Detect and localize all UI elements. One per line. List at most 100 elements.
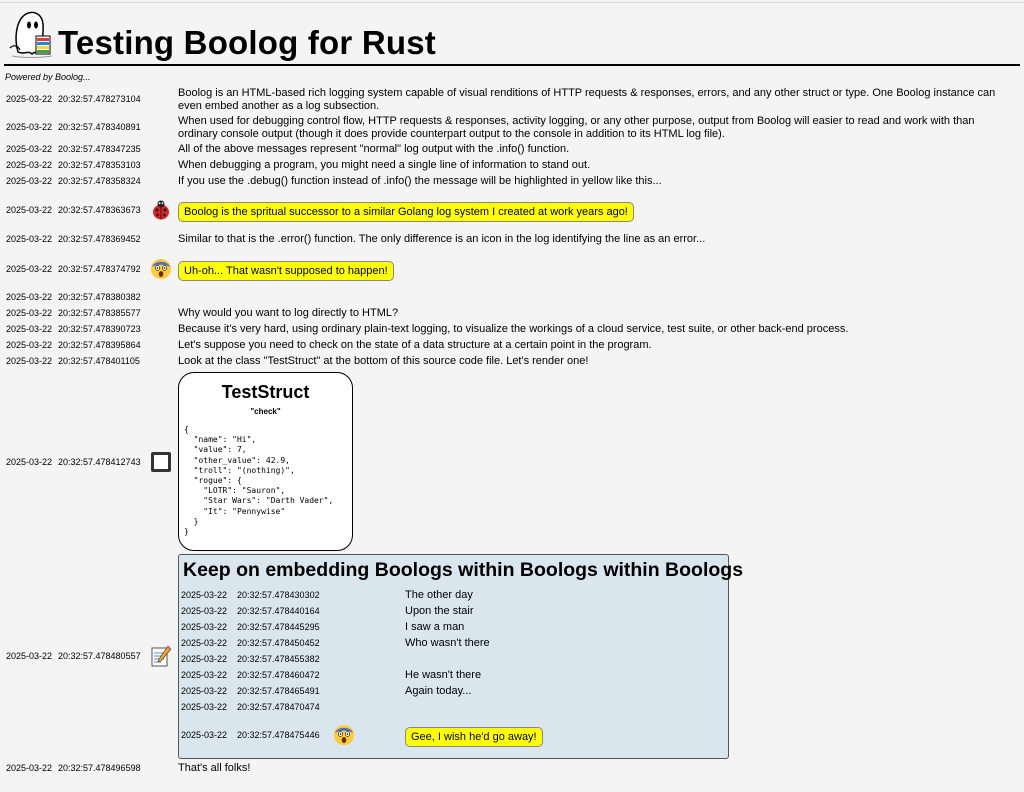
- log-message: If you use the .debug() function instead…: [178, 175, 662, 187]
- log-time: 20:32:57.478401105: [58, 356, 140, 366]
- log-date: 2025-03-22: [6, 356, 53, 366]
- log-time: 20:32:57.478395864: [58, 340, 141, 350]
- log-date: 2025-03-22: [6, 94, 53, 104]
- log-date: 2025-03-22: [6, 122, 53, 132]
- log-time: 20:32:57.478480557: [58, 651, 141, 661]
- log-time: 20:32:57.478465491: [237, 686, 320, 696]
- timestamp: 2025-03-22 20:32:57.478412743: [6, 457, 141, 467]
- log-message: When used for debugging control flow, HT…: [178, 115, 975, 140]
- log-message: All of the above messages represent "nor…: [178, 143, 570, 155]
- embedded-boolog-panel: Keep on embedding Boologs within Boologs…: [178, 554, 743, 759]
- memo-icon: [151, 645, 172, 667]
- timestamp: 2025-03-22 20:32:57.478385577: [6, 308, 141, 318]
- log-message: I saw a man: [405, 621, 465, 633]
- log-time: 20:32:57.478460472: [237, 670, 320, 680]
- log-date: 2025-03-22: [6, 457, 53, 467]
- log-message: Because it's very hard, using ordinary p…: [178, 323, 849, 335]
- log-message: Who wasn't there: [405, 637, 490, 649]
- timestamp: 2025-03-22 20:32:57.478347235: [6, 144, 141, 154]
- log-time: 20:32:57.478412743: [58, 457, 141, 467]
- struct-json: { "name": "Hi", "value": 7, "other_value…: [184, 425, 334, 537]
- log-date: 2025-03-22: [6, 324, 53, 334]
- log-time: 20:32:57.478455382: [237, 654, 320, 664]
- struct-subtitle: "check": [250, 407, 281, 416]
- timestamp: 2025-03-22 20:32:57.478445295: [181, 622, 320, 632]
- log-date: 2025-03-22: [6, 234, 53, 244]
- log-date: 2025-03-22: [6, 264, 53, 274]
- screaming-face-icon: [151, 259, 171, 279]
- struct-render-panel: TestStruct "check" { "name": "Hi", "valu…: [178, 372, 353, 551]
- log-date: 2025-03-22: [181, 702, 228, 712]
- timestamp: 2025-03-22 20:32:57.478358324: [6, 176, 141, 186]
- timestamp: 2025-03-22 20:32:57.478353103: [6, 160, 141, 170]
- log-message: Upon the stair: [405, 605, 474, 617]
- timestamp: 2025-03-22 20:32:57.478470474: [181, 702, 320, 712]
- log-time: 20:32:57.478496598: [58, 763, 141, 773]
- log-time: 20:32:57.478340891: [58, 122, 141, 132]
- log-date: 2025-03-22: [6, 176, 53, 186]
- timestamp: 2025-03-22 20:32:57.478395864: [6, 340, 141, 350]
- timestamp: 2025-03-22 20:32:57.478496598: [6, 763, 141, 773]
- log-time: 20:32:57.478390723: [58, 324, 141, 334]
- embedded-title: Keep on embedding Boologs within Boologs…: [183, 559, 744, 581]
- log-time: 20:32:57.478353103: [58, 160, 141, 170]
- timestamp: 2025-03-22 20:32:57.478374792: [6, 264, 141, 274]
- log-date: 2025-03-22: [181, 730, 228, 740]
- log-date: 2025-03-22: [181, 606, 228, 616]
- log-time: 20:32:57.478369452: [58, 234, 141, 244]
- screaming-face-icon: [334, 725, 354, 745]
- log-date: 2025-03-22: [181, 654, 228, 664]
- log-time: 20:32:57.478363673: [58, 205, 141, 215]
- log-date: 2025-03-22: [6, 205, 53, 215]
- boolog-ghost-logo-icon: [9, 11, 53, 58]
- log-date: 2025-03-22: [6, 292, 53, 302]
- log-message: Let's suppose you need to check on the s…: [178, 339, 652, 351]
- log-time: 20:32:57.478470474: [237, 702, 320, 712]
- timestamp: 2025-03-22 20:32:57.478475446: [181, 730, 320, 740]
- log-date: 2025-03-22: [181, 686, 228, 696]
- page-header: Testing Boolog for Rust: [4, 6, 1020, 66]
- log-time: 20:32:57.478440164: [237, 606, 320, 616]
- log-time: 20:32:57.478374792: [58, 264, 141, 274]
- log-message: Boolog is an HTML-based rich logging sys…: [178, 87, 996, 112]
- log-date: 2025-03-22: [6, 763, 53, 773]
- log-message: Similar to that is the .error() function…: [178, 233, 706, 245]
- log-date: 2025-03-22: [6, 160, 53, 170]
- timestamp: 2025-03-22 20:32:57.478465491: [181, 686, 320, 696]
- timestamp: 2025-03-22 20:32:57.478390723: [6, 324, 141, 334]
- log-message: Why would you want to log directly to HT…: [178, 307, 399, 319]
- struct-title: TestStruct: [221, 382, 310, 402]
- log-date: 2025-03-22: [6, 651, 53, 661]
- log-date: 2025-03-22: [6, 340, 53, 350]
- log-time: 20:32:57.478347235: [58, 144, 141, 154]
- page-title: Testing Boolog for Rust: [58, 24, 436, 61]
- log-time: 20:32:57.478445295: [237, 622, 320, 632]
- log-time: 20:32:57.478273104: [58, 94, 141, 104]
- powered-by-label: Powered by Boolog...: [5, 72, 91, 82]
- error-message: Gee, I wish he'd go away!: [405, 727, 543, 747]
- timestamp: 2025-03-22 20:32:57.478440164: [181, 606, 320, 616]
- log-time: 20:32:57.478450452: [237, 638, 320, 648]
- log-time: 20:32:57.478358324: [58, 176, 141, 186]
- top-divider: [0, 2, 1024, 3]
- debug-message: Boolog is the spritual successor to a si…: [178, 202, 634, 222]
- log-message: Again today...: [405, 685, 472, 697]
- timestamp: 2025-03-22 20:32:57.478430302: [181, 590, 320, 600]
- timestamp: 2025-03-22 20:32:57.478363673: [6, 205, 141, 215]
- log-date: 2025-03-22: [181, 670, 228, 680]
- timestamp: 2025-03-22 20:32:57.478340891: [6, 122, 141, 132]
- log-date: 2025-03-22: [6, 144, 53, 154]
- log-time: 20:32:57.478380382: [58, 292, 141, 302]
- error-message: Uh-oh... That wasn't supposed to happen!: [178, 261, 394, 281]
- log-message: Look at the class "TestStruct" at the bo…: [178, 355, 589, 367]
- log-date: 2025-03-22: [181, 622, 228, 632]
- log-time: 20:32:57.478430302: [237, 590, 320, 600]
- log-date: 2025-03-22: [181, 590, 228, 600]
- timestamp: 2025-03-22 20:32:57.478380382: [6, 292, 141, 302]
- timestamp: 2025-03-22 20:32:57.478401105: [6, 356, 140, 366]
- timestamp: 2025-03-22 20:32:57.478460472: [181, 670, 320, 680]
- timestamp: 2025-03-22 20:32:57.478273104: [6, 94, 141, 104]
- struct-box-icon: [151, 452, 171, 472]
- log-time: 20:32:57.478475446: [237, 730, 320, 740]
- timestamp: 2025-03-22 20:32:57.478369452: [6, 234, 141, 244]
